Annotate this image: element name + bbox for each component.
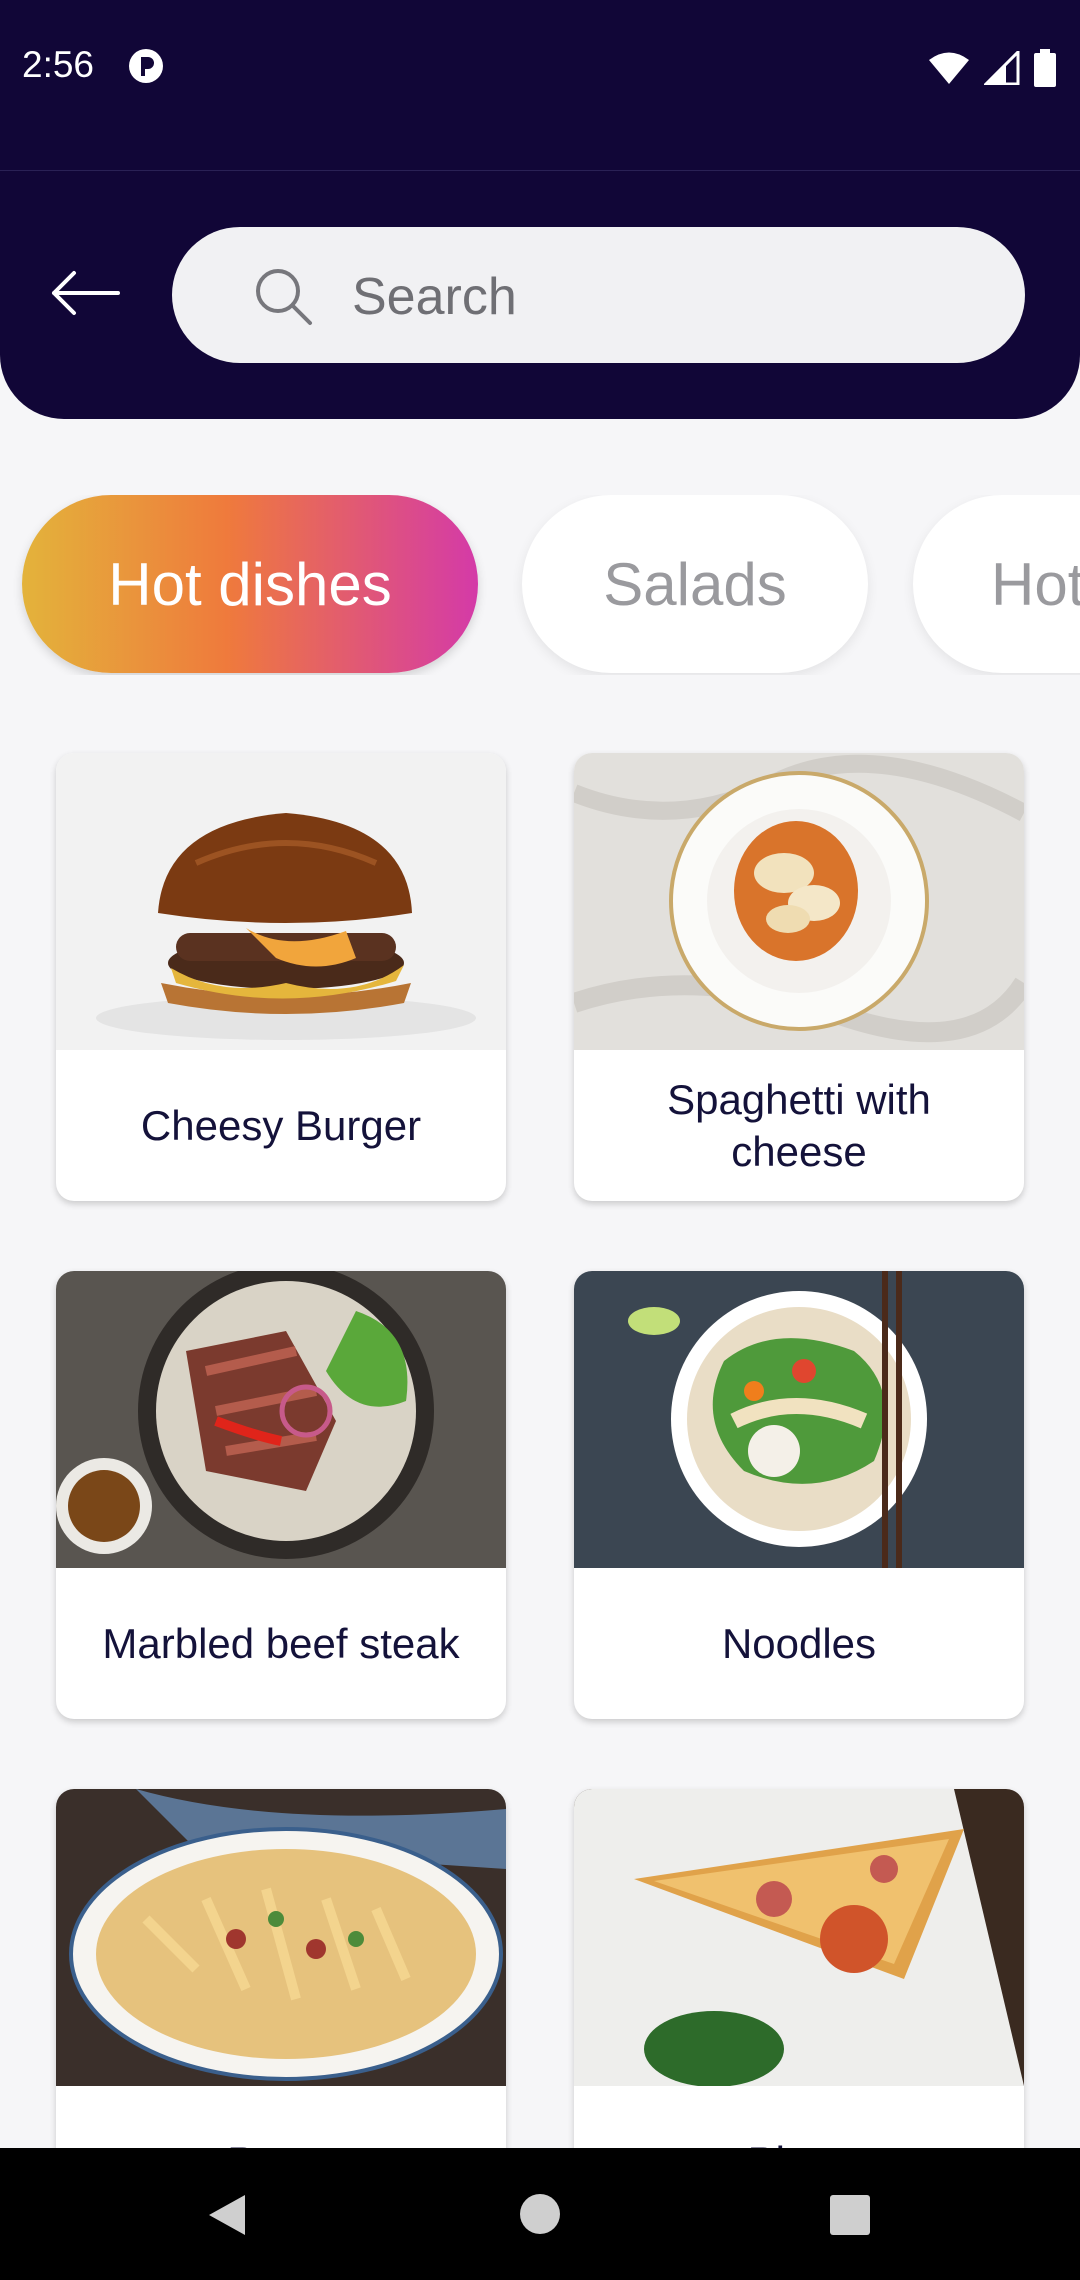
beef-steak-image bbox=[56, 1271, 506, 1568]
battery-icon bbox=[1034, 49, 1056, 87]
dish-card-marbled-beef-steak[interactable]: Marbled beef steak bbox=[56, 1271, 506, 1719]
tab-salads[interactable]: Salads bbox=[522, 495, 868, 673]
status-bar: 2:56 bbox=[0, 0, 1080, 170]
dish-card-cheesy-burger[interactable]: Cheesy Burger bbox=[56, 753, 506, 1201]
app-notification-icon bbox=[129, 49, 163, 83]
dish-card-spaghetti-with-cheese[interactable]: Spaghetti with cheese bbox=[574, 753, 1024, 1201]
signal-icon bbox=[984, 51, 1020, 85]
tab-hot[interactable]: Hot bbox=[913, 495, 1080, 673]
dish-name: Noodles bbox=[721, 1619, 877, 1667]
status-icons bbox=[928, 48, 1056, 88]
search-icon bbox=[256, 269, 312, 325]
search-placeholder: Search bbox=[352, 268, 517, 326]
status-time: 2:56 bbox=[22, 44, 95, 85]
noodles-image bbox=[574, 1271, 1024, 1568]
cheesy-burger-image bbox=[56, 753, 506, 1050]
dish-name: Cheesy Burger bbox=[140, 1101, 422, 1149]
search-input[interactable]: Search bbox=[172, 227, 1025, 363]
dish-name: Spaghetti with cheese bbox=[667, 1075, 931, 1175]
tab-hot-dishes[interactable]: Hot dishes bbox=[22, 495, 478, 673]
pasta-image bbox=[56, 1789, 506, 2086]
nav-home-icon[interactable] bbox=[518, 2192, 562, 2236]
category-tabs: Hot dishes Salads Hot bbox=[0, 495, 1080, 675]
app-header: Search bbox=[0, 170, 1080, 419]
nav-back-icon[interactable] bbox=[205, 2192, 249, 2238]
back-arrow-icon[interactable] bbox=[44, 263, 124, 323]
dish-name: Marbled beef steak bbox=[102, 1619, 460, 1667]
wifi-icon bbox=[929, 52, 969, 84]
system-nav-bar bbox=[0, 2148, 1080, 2280]
nav-recents-icon[interactable] bbox=[829, 2194, 871, 2236]
dish-card-noodles[interactable]: Noodles bbox=[574, 1271, 1024, 1719]
spaghetti-image bbox=[574, 753, 1024, 1050]
pizza-image bbox=[574, 1789, 1024, 2086]
